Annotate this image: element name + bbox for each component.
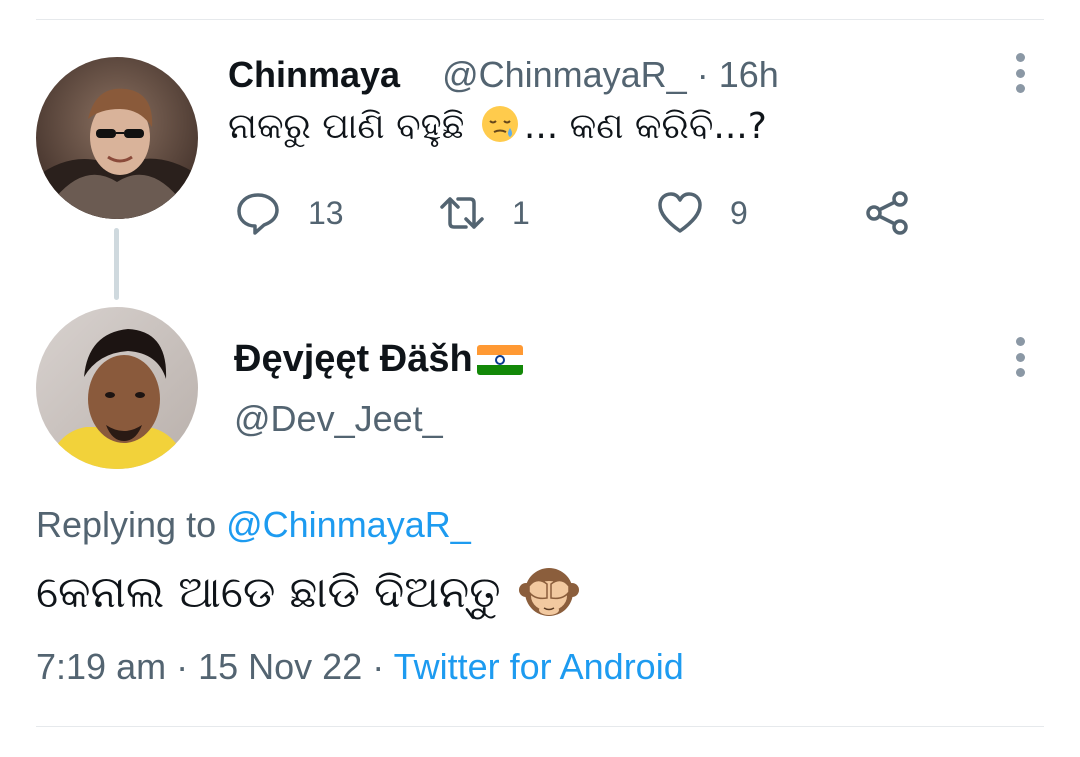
tweet2-display-name-text: Đęvjęęt Đäšh <box>234 338 473 380</box>
like-button[interactable]: 9 <box>656 188 748 238</box>
tweet2-handle[interactable]: @Dev_Jeet_ <box>234 398 443 440</box>
avatar[interactable] <box>36 57 198 219</box>
bottom-divider <box>36 726 1044 727</box>
retweet-button[interactable]: 1 <box>438 188 530 238</box>
tweet2-client-link[interactable]: Twitter for Android <box>394 646 684 687</box>
replying-to-line: Replying to @ChinmayaR_ <box>36 504 471 546</box>
thread-connector-line <box>114 228 119 300</box>
tweet1-header: Chinmaya @ChinmayaR_ · 16h <box>228 52 779 98</box>
tweet1-more-icon[interactable] <box>1014 53 1026 93</box>
tweet1-action-bar: 13 1 9 <box>228 188 928 238</box>
reply-button[interactable]: 13 <box>234 188 344 238</box>
avatar-chinmaya-image <box>36 57 198 219</box>
share-button[interactable] <box>864 188 912 238</box>
tweet2-time[interactable]: 7:19 am <box>36 646 166 687</box>
meta-separator-1: · <box>176 646 189 687</box>
reply-icon <box>237 193 279 235</box>
heart-icon <box>658 192 702 233</box>
like-count: 9 <box>730 194 748 231</box>
reply-count: 13 <box>308 194 344 231</box>
avatar[interactable] <box>36 307 198 469</box>
replying-to-label: Replying to <box>36 504 227 545</box>
tweet1-handle[interactable]: @ChinmayaR_ <box>442 54 687 96</box>
tweet1-text-after: ... କଣ କରିବି...? <box>523 106 767 147</box>
replying-to-mention-link[interactable]: @ChinmayaR_ <box>226 504 471 545</box>
share-icon <box>866 191 908 235</box>
meta-separator-2: · <box>372 646 385 687</box>
tweet1-display-name[interactable]: Chinmaya <box>228 54 400 96</box>
tweet1-text: ନାକରୁ ପାଣି ବହୁଛି ... କଣ କରିବି...? <box>228 104 767 148</box>
tweet1-separator: · <box>696 54 709 95</box>
tweet2-more-icon[interactable] <box>1014 337 1026 377</box>
tweet2-text: କେନାଲ ଆଡେ ଛାଡି ଦିଅନ୍ତୁ <box>36 562 581 622</box>
tweet1-time[interactable]: 16h <box>719 54 779 96</box>
sleepy-face-emoji-icon <box>481 106 518 142</box>
top-divider <box>36 19 1044 20</box>
avatar-devjeet-image <box>36 307 198 469</box>
tweet2-metadata: 7:19 am · 15 Nov 22 · Twitter for Androi… <box>36 646 684 688</box>
tweet1-text-before: ନାକରୁ ପାଣି ବହୁଛି <box>228 106 476 147</box>
india-flag-icon <box>476 344 523 375</box>
tweet2-text-body: କେନାଲ ଆଡେ ଛାଡି ଦିଅନ୍ତୁ <box>36 566 501 618</box>
retweet-icon <box>440 197 484 229</box>
tweet2-display-name[interactable]: Đęvjęęt Đäšh <box>234 338 523 381</box>
tweet2-date[interactable]: 15 Nov 22 <box>198 646 362 687</box>
retweet-count: 1 <box>512 194 530 231</box>
see-no-evil-monkey-emoji-icon <box>518 568 579 616</box>
